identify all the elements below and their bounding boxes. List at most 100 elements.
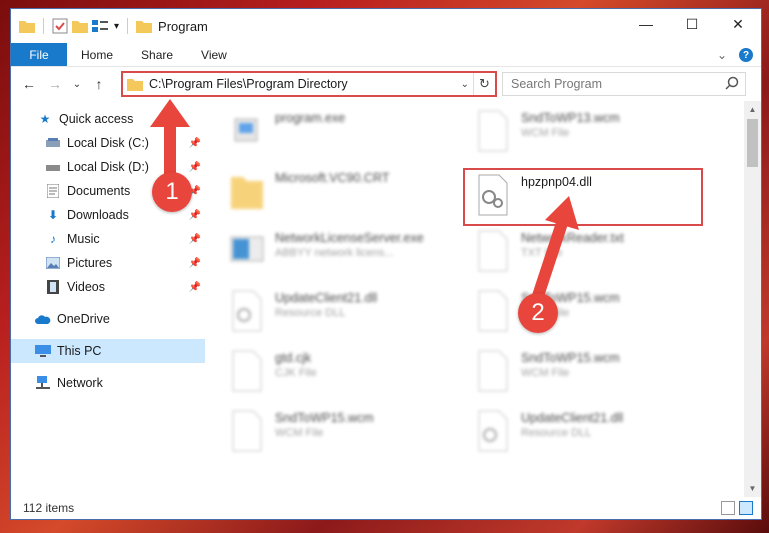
list-item[interactable]: Microsoft.VC90.CRT [229,169,459,225]
tab-view[interactable]: View [187,43,241,66]
window-title: Program [158,18,208,34]
file-name: gtd.cjk [275,351,312,365]
close-button[interactable]: ✕ [715,9,761,39]
window-controls: — ☐ ✕ [623,9,761,39]
step-marker-1: 1 [152,172,192,212]
file-type: WCM File [521,367,570,379]
status-bar: 112 items [11,497,761,519]
drive-icon [45,160,61,174]
maximize-button[interactable]: ☐ [669,9,715,39]
documents-icon [45,184,61,198]
sidebar-item-label: OneDrive [57,312,110,326]
scroll-up-arrow-icon[interactable]: ▲ [744,101,761,118]
tab-home[interactable]: Home [67,43,127,66]
tiles-view-icon[interactable] [739,501,753,515]
scroll-thumb[interactable] [747,119,758,167]
list-item[interactable]: SndToWP15.wcm WCM File [475,349,705,405]
view-toggle [721,501,753,515]
details-view-icon[interactable] [721,501,735,515]
refresh-button[interactable]: ↻ [473,73,495,95]
pictures-icon [45,256,61,270]
qat-customize-icon[interactable]: ▾ [114,21,119,32]
sidebar-item-this-pc[interactable]: This PC [11,339,205,363]
onedrive-icon [35,312,51,326]
list-item[interactable]: NetworkLicenseServer.exe ABBYY network li… [229,229,459,285]
computer-icon [35,344,51,358]
sidebar-item-network[interactable]: Network [11,371,205,395]
file-name: program.exe [275,111,346,125]
sidebar-item-onedrive[interactable]: OneDrive [11,307,205,331]
main-area: ★ Quick access Local Disk (C:) 📌 Local D… [11,101,761,497]
pin-icon[interactable]: 📌 [189,210,201,221]
toolbar-separator [127,18,129,34]
file-type: WCM File [275,427,324,439]
network-icon [35,376,51,390]
drive-icon [45,136,61,150]
pin-icon[interactable]: 📌 [189,258,201,269]
minimize-button[interactable]: — [623,9,669,39]
file-name: NetworkLicenseServer.exe [275,231,424,245]
file-type: WCM File [521,127,570,139]
search-input[interactable]: Search Program [502,72,746,96]
file-name: UpdateClient21.dll [521,411,624,425]
forward-button[interactable]: → [45,76,65,92]
back-button[interactable]: ← [19,76,39,92]
sidebar-item-label: Music [67,232,100,246]
file-type: Resource DLL [275,307,346,319]
item-count: 112 items [23,501,75,515]
file-type: CJK File [275,367,317,379]
sidebar-item-videos[interactable]: Videos 📌 [11,275,205,299]
list-item[interactable]: SndToWP13.wcm WCM File [475,109,705,165]
folder-icon [231,177,263,209]
sidebar-item-label: Downloads [67,208,129,222]
quick-access-toolbar: ▾ [11,18,153,34]
file-name: Microsoft.VC90.CRT [275,171,390,185]
address-bar[interactable]: C:\Program Files\Program Directory ⌄ ↻ [121,71,497,97]
view-options-icon[interactable] [92,19,110,33]
sidebar-item-music[interactable]: ♪ Music 📌 [11,227,205,251]
title-bar: ▾ Program — ☐ ✕ [11,9,761,43]
list-item[interactable]: gtd.cjk CJK File [229,349,459,405]
scroll-down-arrow-icon[interactable]: ▼ [744,480,761,497]
sidebar-item-label: Quick access [59,112,134,126]
sidebar-item-label: Videos [67,280,105,294]
sidebar-item-label: This PC [57,344,102,358]
pin-icon[interactable]: 📌 [189,282,201,293]
list-item[interactable]: UpdateClient21.dll Resource DLL [475,409,705,465]
search-icon[interactable] [725,76,739,90]
file-type: Resource DLL [521,427,592,439]
list-item[interactable]: SndToWP15.wcmWCM File [475,289,705,345]
vertical-scrollbar[interactable]: ▲ ▼ [744,101,761,497]
ribbon-right-controls: ⌄ ? [717,43,753,67]
help-icon[interactable]: ? [739,48,753,62]
new-folder-icon[interactable] [72,19,88,33]
file-name: SndToWP15.wcm [275,411,374,425]
list-item[interactable]: NetworkReader.txt TXT File [475,229,705,285]
address-path[interactable]: C:\Program Files\Program Directory [149,77,348,91]
exe-file-icon [230,236,264,262]
sidebar-item-pictures[interactable]: Pictures 📌 [11,251,205,275]
ribbon-tabs: File Home Share View ⌄ ? [11,43,761,67]
file-list: program.exe SndToWP13.wcm WCM File Micros… [205,101,761,497]
file-icon [478,230,508,272]
sidebar-item-label: Network [57,376,103,390]
list-item[interactable]: SndToWP15.wcm WCM File [229,409,459,465]
ribbon-expand-icon[interactable]: ⌄ [717,48,727,62]
folder-icon [127,79,143,91]
up-button[interactable]: ↑ [89,76,109,92]
address-dropdown-icon[interactable]: ⌄ [461,79,469,90]
recent-locations-button[interactable]: ⌄ [71,79,83,90]
tab-file[interactable]: File [11,43,67,66]
folder-icon [136,21,153,33]
file-icon [478,110,508,152]
list-item[interactable]: program.exe [229,109,459,165]
file-name: SndToWP15.wcm [521,351,620,365]
step-marker-2: 2 [518,293,558,333]
tab-share[interactable]: Share [127,43,187,66]
list-item[interactable]: UpdateClient21.dll Resource DLL [229,289,459,345]
properties-icon[interactable] [52,18,68,34]
pin-icon[interactable]: 📌 [189,234,201,245]
file-name: SndToWP13.wcm [521,111,620,125]
file-icon [232,350,262,392]
sidebar-item-label: Local Disk (D:) [67,160,149,174]
